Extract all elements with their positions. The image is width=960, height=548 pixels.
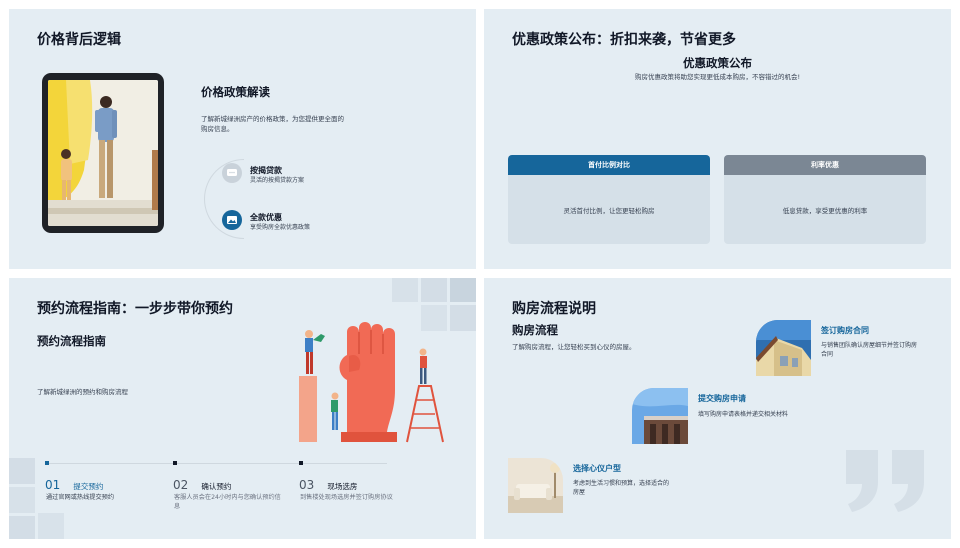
section-heading: 价格政策解读 (201, 85, 270, 99)
house-photo (756, 320, 811, 376)
decor-square (9, 458, 35, 484)
step-title: 确认预约 (201, 482, 232, 491)
item-contract-title: 签订购房合同 (821, 326, 869, 335)
card-desc: 灵活首付比例，让您更轻松购房 (563, 206, 655, 215)
decor-square (9, 487, 35, 513)
step-confirm: 02 确认预约 (173, 474, 231, 493)
section-description: 了解购房流程，让您轻松买到心仪的房屋。 (512, 343, 636, 351)
item-layout-desc: 考虑到生活习惯和预算，选择适合的 房屋 (573, 480, 670, 496)
step-desc: 到售楼处现场选房并签订购房协议 (300, 494, 393, 501)
step-title: 提交预约 (73, 482, 104, 491)
step-number: 02 (173, 478, 189, 492)
chat-icon (222, 163, 242, 183)
slide-discount-policy[interactable]: 优惠政策公布：折扣来袭，节省更多 优惠政策公布 购房优惠政策将助您实现更低成本购… (484, 9, 951, 269)
slide-title: 购房流程说明 (512, 301, 596, 317)
section-heading: 预约流程指南 (37, 334, 106, 348)
step-title: 现场选房 (327, 482, 358, 491)
item-mortgage-title: 按揭贷款 (250, 166, 282, 175)
item-fullpay-title: 全款优惠 (250, 213, 282, 222)
fist-illustration (297, 320, 447, 444)
decor-square (450, 305, 476, 331)
slide-price-logic[interactable]: 价格背后逻辑 价格政策解读 了解新城绿洲房产的价格政策，为您提供更全面的 购房信… (9, 9, 476, 269)
section-description: 了解新城绿洲房产的价格政策，为您提供更全面的 购房信息。 (201, 115, 344, 133)
decor-square (421, 278, 447, 302)
timeline-marker (299, 461, 303, 465)
slide-title: 价格背后逻辑 (37, 32, 121, 48)
card-title: 利率优惠 (724, 155, 926, 175)
step-select: 03 现场选房 (299, 474, 357, 493)
decor-square (392, 278, 418, 302)
timeline-marker (45, 461, 49, 465)
slide-appointment-guide[interactable]: 预约流程指南：一步步带你预约 预约流程指南 了解新城绿洲的预约和购房流程 01 … (9, 278, 476, 539)
step-number: 01 (45, 478, 61, 492)
item-application-desc: 填写购房申请表格并递交相关材料 (698, 411, 789, 418)
item-layout-title: 选择心仪户型 (573, 464, 621, 473)
card-down-payment: 首付比例对比 灵活首付比例，让您更轻松购房 (508, 155, 710, 244)
card-desc: 低息贷款，享受更优惠的利率 (782, 206, 868, 215)
quote-icon (844, 448, 928, 518)
item-contract-desc: 与销售团队确认房屋细节并签订购房 合同 (821, 342, 918, 358)
decor-square (38, 513, 64, 539)
building-photo (632, 388, 688, 444)
slide-title: 预约流程指南：一步步带你预约 (37, 301, 233, 317)
decor-square (450, 278, 476, 302)
section-description: 购房优惠政策将助您实现更低成本购房，不容错过的机会! (634, 73, 801, 81)
timeline-marker (173, 461, 177, 465)
step-desc: 通过官网或热线提交预约 (46, 494, 115, 501)
image-icon (222, 210, 242, 230)
step-desc: 客服人员会在24小时内与您确认预约信 息 (174, 494, 281, 510)
slide-title: 优惠政策公布：折扣来袭，节省更多 (512, 32, 736, 48)
section-heading: 优惠政策公布 (683, 56, 752, 70)
decor-square (9, 516, 35, 539)
timeline-line (45, 463, 387, 464)
section-description: 了解新城绿洲的预约和购房流程 (37, 388, 128, 396)
item-fullpay-desc: 享受购房全款优惠政策 (250, 224, 311, 231)
card-title: 首付比例对比 (508, 155, 710, 175)
item-mortgage-desc: 灵活的按揭贷款方案 (250, 177, 305, 184)
tablet-image (42, 73, 164, 233)
item-application-title: 提交购房申请 (698, 394, 746, 403)
section-heading: 购房流程 (512, 323, 558, 337)
step-number: 03 (299, 478, 315, 492)
slide-purchase-process[interactable]: 购房流程说明 购房流程 了解购房流程，让您轻松买到心仪的房屋。 签订购房合同 与… (484, 278, 951, 539)
living-room-photo (508, 458, 563, 513)
step-submit: 01 提交预约 (45, 474, 103, 493)
card-interest-rate: 利率优惠 低息贷款，享受更优惠的利率 (724, 155, 926, 244)
